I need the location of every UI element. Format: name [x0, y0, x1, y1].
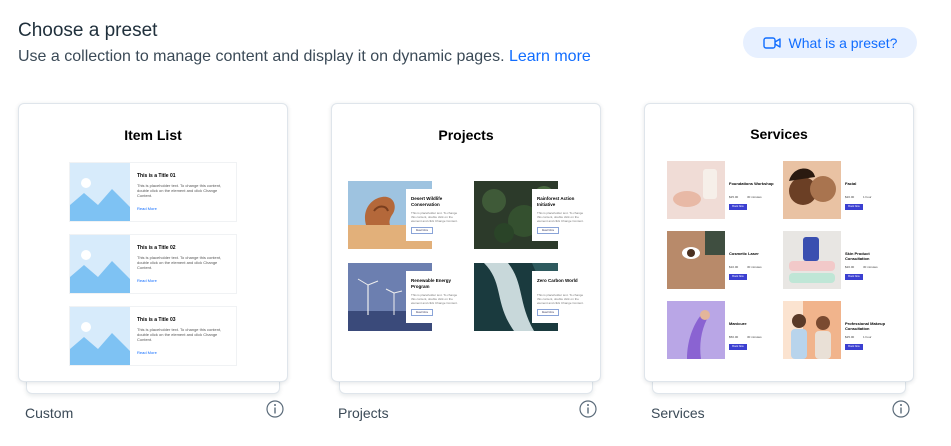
item-link: Read More	[137, 278, 157, 283]
page-subtitle: Use a collection to manage content and d…	[18, 48, 591, 66]
service-item: Professional Makeup Consultation $25.00 …	[783, 301, 895, 361]
what-is-preset-button[interactable]: What is a preset?	[743, 27, 917, 58]
project-button: Read More	[537, 227, 559, 234]
project-item: Rainforest Action Initiative This is pla…	[474, 181, 588, 249]
image-placeholder-icon	[70, 163, 130, 221]
video-icon	[762, 36, 781, 49]
page-title: Choose a preset	[18, 20, 158, 41]
subtitle-text: Use a collection to manage content and d…	[18, 48, 505, 65]
service-item: Cosmetic Laser $10.00 30 minutes Book No…	[667, 231, 779, 291]
item-description: This is placeholder text. To change this…	[137, 183, 222, 198]
preset-label: Projects	[338, 405, 389, 421]
list-item: This is a Title 02 This is placeholder t…	[69, 234, 237, 294]
info-icon[interactable]	[579, 400, 597, 418]
preset-card-item-list[interactable]: Item List This is a Title 01 This is pla…	[18, 103, 288, 382]
preset-label: Custom	[25, 405, 74, 421]
project-name: Desert Wildlife Conservation	[411, 196, 443, 207]
service-price: $25.00	[729, 195, 739, 199]
image-placeholder-icon	[70, 307, 130, 365]
list-item: This is a Title 03 This is placeholder t…	[69, 306, 237, 366]
service-duration: 1 hour	[863, 335, 872, 339]
service-text: Foundations Workshop $25.00 30 minutes B…	[729, 161, 779, 219]
service-name: Cosmetic Laser	[729, 251, 759, 256]
item-description: This is placeholder text. To change this…	[137, 255, 222, 270]
service-item: Facial $20.00 1 hour Book Now	[783, 161, 895, 221]
project-button: Read More	[411, 227, 433, 234]
service-item: Manicure $50.00 30 minutes Book Now	[667, 301, 779, 361]
service-price: $20.00	[845, 265, 855, 269]
service-image	[667, 301, 725, 359]
service-price: $20.00	[845, 195, 855, 199]
item-title: This is a Title 03	[137, 317, 176, 323]
project-card-text: Rainforest Action Initiative This is pla…	[532, 189, 588, 241]
project-card-text: Zero Carbon World This is placeholder te…	[532, 271, 588, 323]
learn-more-link[interactable]: Learn more	[509, 48, 591, 65]
project-name: Zero Carbon World	[537, 278, 578, 283]
project-item: Renewable Energy Program This is placeho…	[348, 263, 462, 331]
book-now-button: Book Now	[845, 344, 863, 350]
service-price: $10.00	[729, 265, 739, 269]
project-item: Zero Carbon World This is placeholder te…	[474, 263, 588, 331]
service-name: Skin Product Consultation	[845, 251, 870, 261]
service-name: Foundations Workshop	[729, 181, 774, 186]
info-icon[interactable]	[266, 400, 284, 418]
project-button: Read More	[411, 309, 433, 316]
service-text: Manicure $50.00 30 minutes Book Now	[729, 301, 779, 359]
project-description: This is placeholder text. To change this…	[537, 211, 584, 223]
service-item: Skin Product Consultation $20.00 30 minu…	[783, 231, 895, 291]
item-link: Read More	[137, 206, 157, 211]
list-item: This is a Title 01 This is placeholder t…	[69, 162, 237, 222]
project-name: Renewable Energy Program	[411, 278, 452, 289]
service-text: Skin Product Consultation $20.00 30 minu…	[845, 231, 895, 289]
service-name: Facial	[845, 181, 857, 186]
project-button: Read More	[537, 309, 559, 316]
book-now-button: Book Now	[845, 204, 863, 210]
service-duration: 30 minutes	[863, 265, 878, 269]
service-image	[783, 231, 841, 289]
project-card-text: Renewable Energy Program This is placeho…	[406, 271, 462, 323]
item-title: This is a Title 02	[137, 245, 176, 251]
item-link: Read More	[137, 350, 157, 355]
project-name: Rainforest Action Initiative	[537, 196, 575, 207]
item-title: This is a Title 01	[137, 173, 176, 179]
project-description: This is placeholder text. To change this…	[411, 293, 458, 305]
book-now-button: Book Now	[729, 274, 747, 280]
service-duration: 30 minutes	[747, 195, 762, 199]
service-price: $50.00	[729, 335, 739, 339]
service-text: Professional Makeup Consultation $25.00 …	[845, 301, 895, 359]
service-text: Cosmetic Laser $10.00 30 minutes Book No…	[729, 231, 779, 289]
what-is-preset-label: What is a preset?	[788, 34, 898, 51]
service-image	[667, 231, 725, 289]
project-description: This is placeholder text. To change this…	[411, 211, 458, 223]
book-now-button: Book Now	[729, 204, 747, 210]
book-now-button: Book Now	[729, 344, 747, 350]
preset-card-services[interactable]: Services Foundations Workshop $25.00 30 …	[644, 103, 914, 382]
preset-label: Services	[651, 405, 705, 421]
card-title: Projects	[438, 127, 494, 143]
book-now-button: Book Now	[845, 274, 863, 280]
item-description: This is placeholder text. To change this…	[137, 327, 222, 342]
service-image	[783, 161, 841, 219]
info-icon[interactable]	[892, 400, 910, 418]
project-description: This is placeholder text. To change this…	[537, 293, 584, 305]
project-card-text: Desert Wildlife Conservation This is pla…	[406, 189, 462, 241]
service-duration: 30 minutes	[747, 265, 762, 269]
card-title: Item List	[124, 127, 182, 143]
service-item: Foundations Workshop $25.00 30 minutes B…	[667, 161, 779, 221]
service-image	[667, 161, 725, 219]
service-price: $25.00	[845, 335, 855, 339]
project-item: Desert Wildlife Conservation This is pla…	[348, 181, 462, 249]
service-duration: 30 minutes	[747, 335, 762, 339]
service-name: Manicure	[729, 321, 747, 326]
image-placeholder-icon	[70, 235, 130, 293]
service-text: Facial $20.00 1 hour Book Now	[845, 161, 895, 219]
service-image	[783, 301, 841, 359]
service-name: Professional Makeup Consultation	[845, 321, 886, 331]
card-title: Services	[750, 126, 808, 142]
service-duration: 1 hour	[863, 195, 872, 199]
preset-card-projects[interactable]: Projects Desert Wildlife Conservation Th…	[331, 103, 601, 382]
